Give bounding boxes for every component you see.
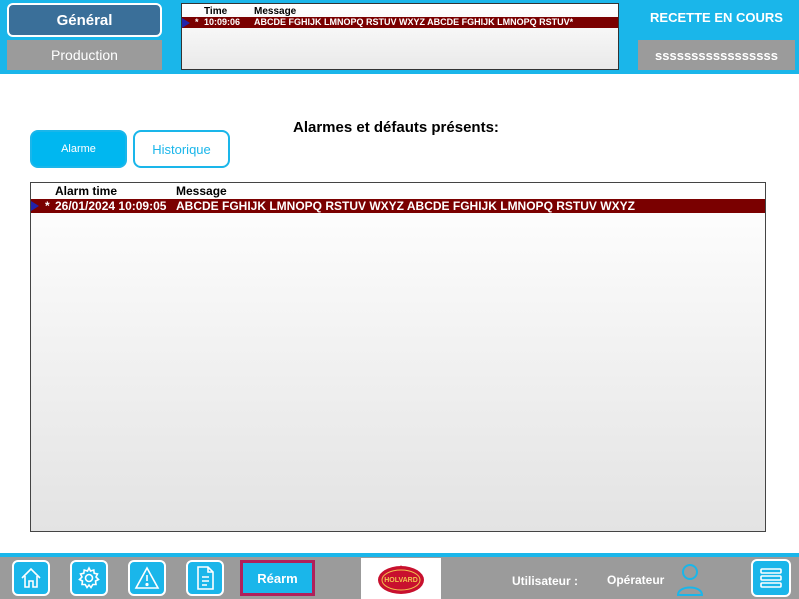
mini-alarm-row[interactable]: * 10:09:06 ABCDE FGHIJK LMNOPQ RSTUV WXY… <box>182 17 618 28</box>
rearm-button[interactable]: Réarm <box>240 560 315 596</box>
alarms-button[interactable] <box>128 560 166 596</box>
menu-icon <box>760 568 782 588</box>
row-alarm-time: 26/01/2024 10:09:05 <box>55 199 167 213</box>
alarm-table[interactable]: Alarm time Message * 26/01/2024 10:09:05… <box>30 182 766 532</box>
mini-row-message: ABCDE FGHIJK LMNOPQ RSTUV WXYZ ABCDE FGH… <box>254 17 574 27</box>
active-alarm-marker-icon <box>182 18 190 28</box>
mini-alarm-banner[interactable]: Time Message * 10:09:06 ABCDE FGHIJK LMN… <box>181 3 619 70</box>
mini-row-time: 10:09:06 <box>204 17 241 27</box>
logo-text: HOLVARD <box>384 577 418 584</box>
mini-col-message: Message <box>254 6 297 17</box>
settings-button[interactable] <box>70 560 108 596</box>
row-marker: * <box>45 199 50 213</box>
table-row[interactable]: * 26/01/2024 10:09:05 ABCDE FGHIJK LMNOP… <box>31 199 765 213</box>
warning-icon <box>134 566 160 589</box>
menu-button[interactable] <box>751 559 791 597</box>
document-button[interactable] <box>186 560 224 596</box>
user-label: Utilisateur : <box>512 574 579 588</box>
recipe-title: RECETTE EN COURS <box>650 10 783 25</box>
mini-col-time: Time <box>204 6 228 17</box>
col-message: Message <box>176 184 227 198</box>
row-message: ABCDE FGHIJK LMNOPQ RSTUV WXYZ ABCDE FGH… <box>176 199 635 213</box>
tab-historique[interactable]: Historique <box>133 130 230 168</box>
user-icon[interactable] <box>675 561 705 597</box>
col-alarm-time: Alarm time <box>55 184 118 198</box>
page-title: Alarmes et défauts présents: <box>293 119 499 136</box>
active-alarm-marker-icon <box>31 201 39 211</box>
recipe-value: sssssssssssssssss <box>638 40 795 70</box>
user-value: Opérateur <box>607 573 665 587</box>
mini-row-marker: * <box>195 17 199 27</box>
production-button[interactable]: Production <box>7 40 162 70</box>
settings-icon <box>78 566 100 589</box>
general-button[interactable]: Général <box>7 3 162 37</box>
company-logo: HOLVARD <box>361 558 441 599</box>
tab-alarme[interactable]: Alarme <box>30 130 127 168</box>
home-icon <box>21 567 41 588</box>
document-icon <box>197 566 214 590</box>
home-button[interactable] <box>12 560 50 596</box>
